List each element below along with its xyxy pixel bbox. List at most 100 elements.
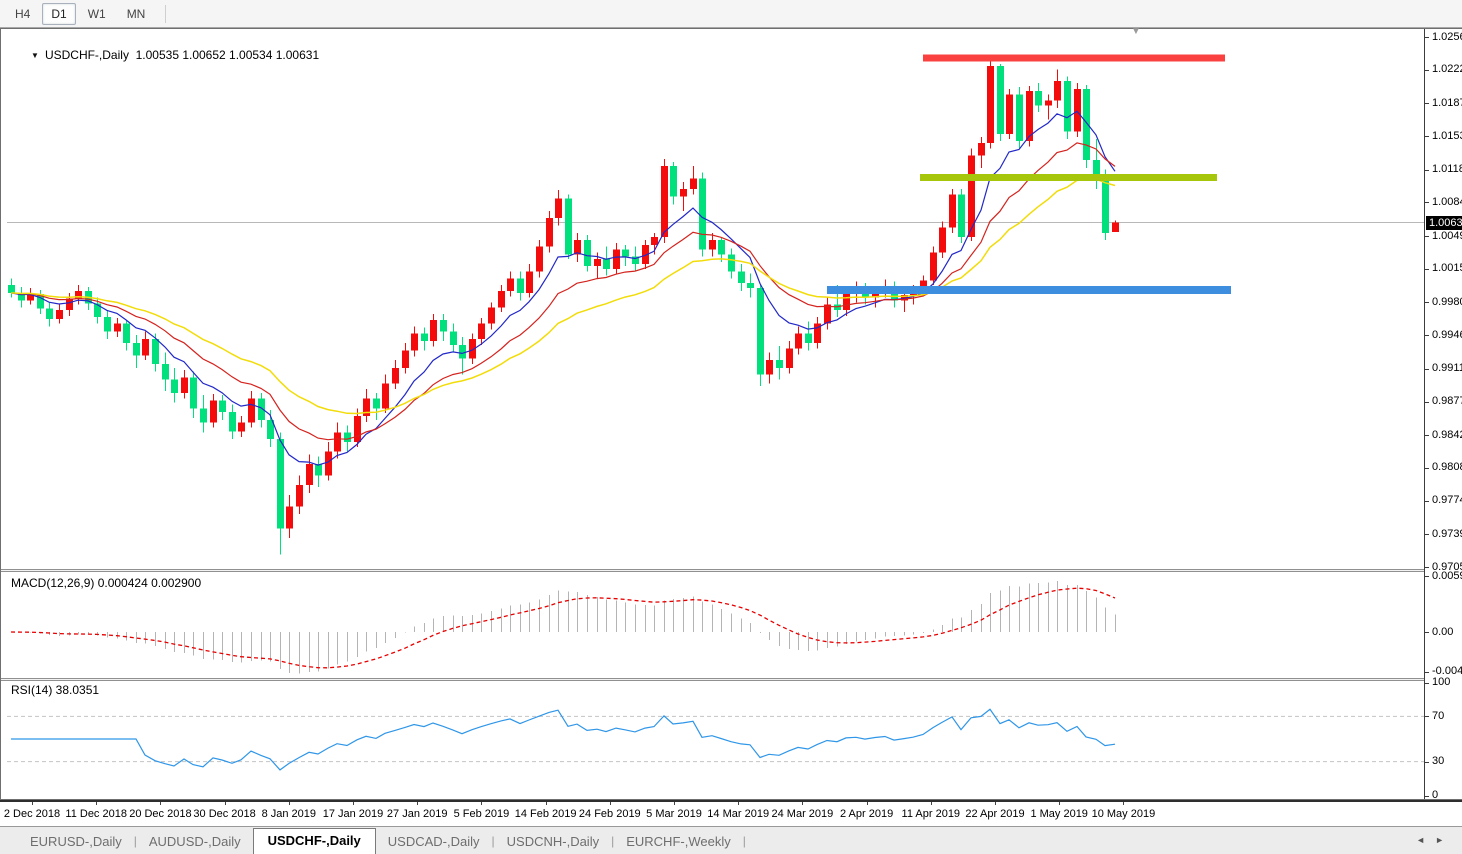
candle-body	[1026, 90, 1033, 141]
candle-body	[219, 400, 226, 413]
resistance-line-red[interactable]	[923, 54, 1225, 62]
candle-body	[555, 198, 562, 218]
axis-tick	[1425, 567, 1429, 568]
axis-tick	[1425, 795, 1429, 797]
date-axis-label: 8 Jan 2019	[261, 808, 317, 820]
tab-scroll-left-icon[interactable]: ◄	[1416, 835, 1435, 845]
chart-tab-eurchf[interactable]: EURCHF-,Weekly	[614, 830, 743, 854]
candle-body	[584, 239, 591, 266]
price-axis-label: 0.98770	[1432, 395, 1462, 408]
price-axis: 1.02560 1.02220 1.01870 1.01530 1.01180 1.008…	[1424, 29, 1462, 801]
candle-body	[507, 278, 514, 291]
candle-body	[594, 259, 601, 266]
candle-body	[162, 364, 169, 380]
date-axis-label: 14 Mar 2019	[707, 808, 770, 820]
chart-tab-usdcnh[interactable]: USDCNH-,Daily	[495, 830, 611, 854]
candle-body	[546, 217, 553, 247]
candle-body	[258, 398, 265, 420]
candle-body	[325, 451, 332, 476]
date-axis-tick	[995, 802, 996, 805]
candle-body	[1102, 179, 1109, 234]
axis-tick	[1425, 534, 1429, 536]
candle-body	[488, 307, 495, 324]
candle-body	[997, 65, 1004, 135]
axis-tick	[1425, 202, 1429, 204]
date-axis-tick	[224, 802, 226, 805]
rsi-axis-label: 70	[1432, 709, 1445, 722]
candle-body	[805, 333, 812, 343]
toolbar-divider	[165, 4, 167, 23]
date-axis-label: 11 Dec 2018	[65, 808, 127, 820]
axis-tick	[1425, 671, 1429, 673]
candle-body	[1112, 222, 1119, 232]
candle-body	[670, 165, 677, 197]
candle-body	[1064, 81, 1071, 132]
support-line-blue[interactable]	[827, 285, 1231, 294]
candle-body	[728, 254, 735, 272]
chart-tab-usdchf[interactable]: USDCHF-,Daily	[252, 828, 376, 854]
broken-support-line-olive[interactable]	[920, 173, 1217, 181]
candle-body	[680, 188, 687, 197]
timeframe-button-h4[interactable]: H4	[6, 3, 39, 25]
axis-tick	[1425, 302, 1429, 304]
date-axis-tick	[32, 802, 33, 805]
timeframe-button-w1[interactable]: W1	[79, 3, 115, 25]
macd-panel-canvas[interactable]	[7, 574, 1424, 678]
candle-body	[450, 331, 457, 345]
date-axis-tick	[417, 802, 419, 805]
date-axis-tick	[930, 802, 932, 805]
date-axis-tick	[1059, 802, 1061, 805]
candle-body	[354, 415, 361, 442]
candle-body	[411, 333, 418, 351]
tab-scroll-right-icon[interactable]: ►	[1435, 835, 1454, 845]
date-axis-tick	[738, 802, 740, 805]
price-axis-label: 0.98420	[1432, 428, 1462, 441]
date-axis-label: 22 Apr 2019	[965, 808, 1025, 820]
date-axis-tick	[609, 802, 611, 805]
date-axis-label: 27 Jan 2019	[386, 808, 448, 820]
candle-body	[248, 398, 255, 423]
candle-body	[738, 271, 745, 284]
timeframe-toolbar: H4 D1 W1 MN	[0, 0, 1462, 28]
date-axis-label: 11 Apr 2019	[901, 808, 961, 820]
rsi-panel-canvas[interactable]	[7, 681, 1424, 796]
date-axis-tick	[674, 802, 675, 805]
candle-body	[190, 377, 197, 409]
axis-tick	[1425, 632, 1429, 633]
candle-body	[238, 422, 245, 432]
candle-body	[786, 348, 793, 368]
date-axis-tick	[545, 802, 547, 805]
candle-body	[382, 383, 389, 409]
price-chart-canvas[interactable]	[7, 31, 1424, 569]
date-axis-tick	[802, 802, 804, 805]
candle-body	[776, 360, 783, 368]
candle-body	[315, 464, 322, 476]
candle-body	[978, 142, 985, 156]
candle-body	[709, 239, 716, 250]
price-axis-label: 0.99460	[1432, 328, 1462, 341]
date-axis: 2 Dec 2018 11 Dec 2018 20 Dec 2018 30 Dec 2…	[0, 800, 1462, 826]
candle-body	[603, 259, 610, 269]
candle-body	[1035, 90, 1042, 106]
panel-splitter[interactable]	[1, 569, 1461, 572]
chart-tab-usdcad[interactable]: USDCAD-,Daily	[376, 830, 492, 854]
price-axis-label: 1.00490	[1432, 229, 1462, 242]
chart-tabs: EURUSD-,Daily | AUDUSD-,Daily USDCHF-,Daily…	[18, 828, 746, 854]
date-axis-tick	[866, 802, 868, 805]
timeframe-button-d1[interactable]: D1	[42, 2, 76, 25]
chart-tab-eurusd[interactable]: EURUSD-,Daily	[18, 830, 134, 854]
date-axis-label: 5 Mar 2019	[646, 808, 702, 820]
candle-body	[958, 194, 965, 238]
date-axis-label: 20 Dec 2018	[129, 808, 192, 820]
candle-body	[1006, 94, 1013, 135]
candle-body	[440, 319, 447, 332]
candle-body	[392, 367, 399, 384]
chart-tab-audusd[interactable]: AUDUSD-,Daily	[137, 830, 253, 854]
candle-body	[114, 323, 121, 332]
candle-body	[939, 227, 946, 253]
candle-body	[987, 65, 994, 143]
candle-body	[210, 400, 217, 423]
timeframe-button-mn[interactable]: MN	[118, 3, 155, 25]
axis-tick	[1425, 401, 1429, 403]
price-axis-label: 0.97390	[1432, 527, 1462, 540]
